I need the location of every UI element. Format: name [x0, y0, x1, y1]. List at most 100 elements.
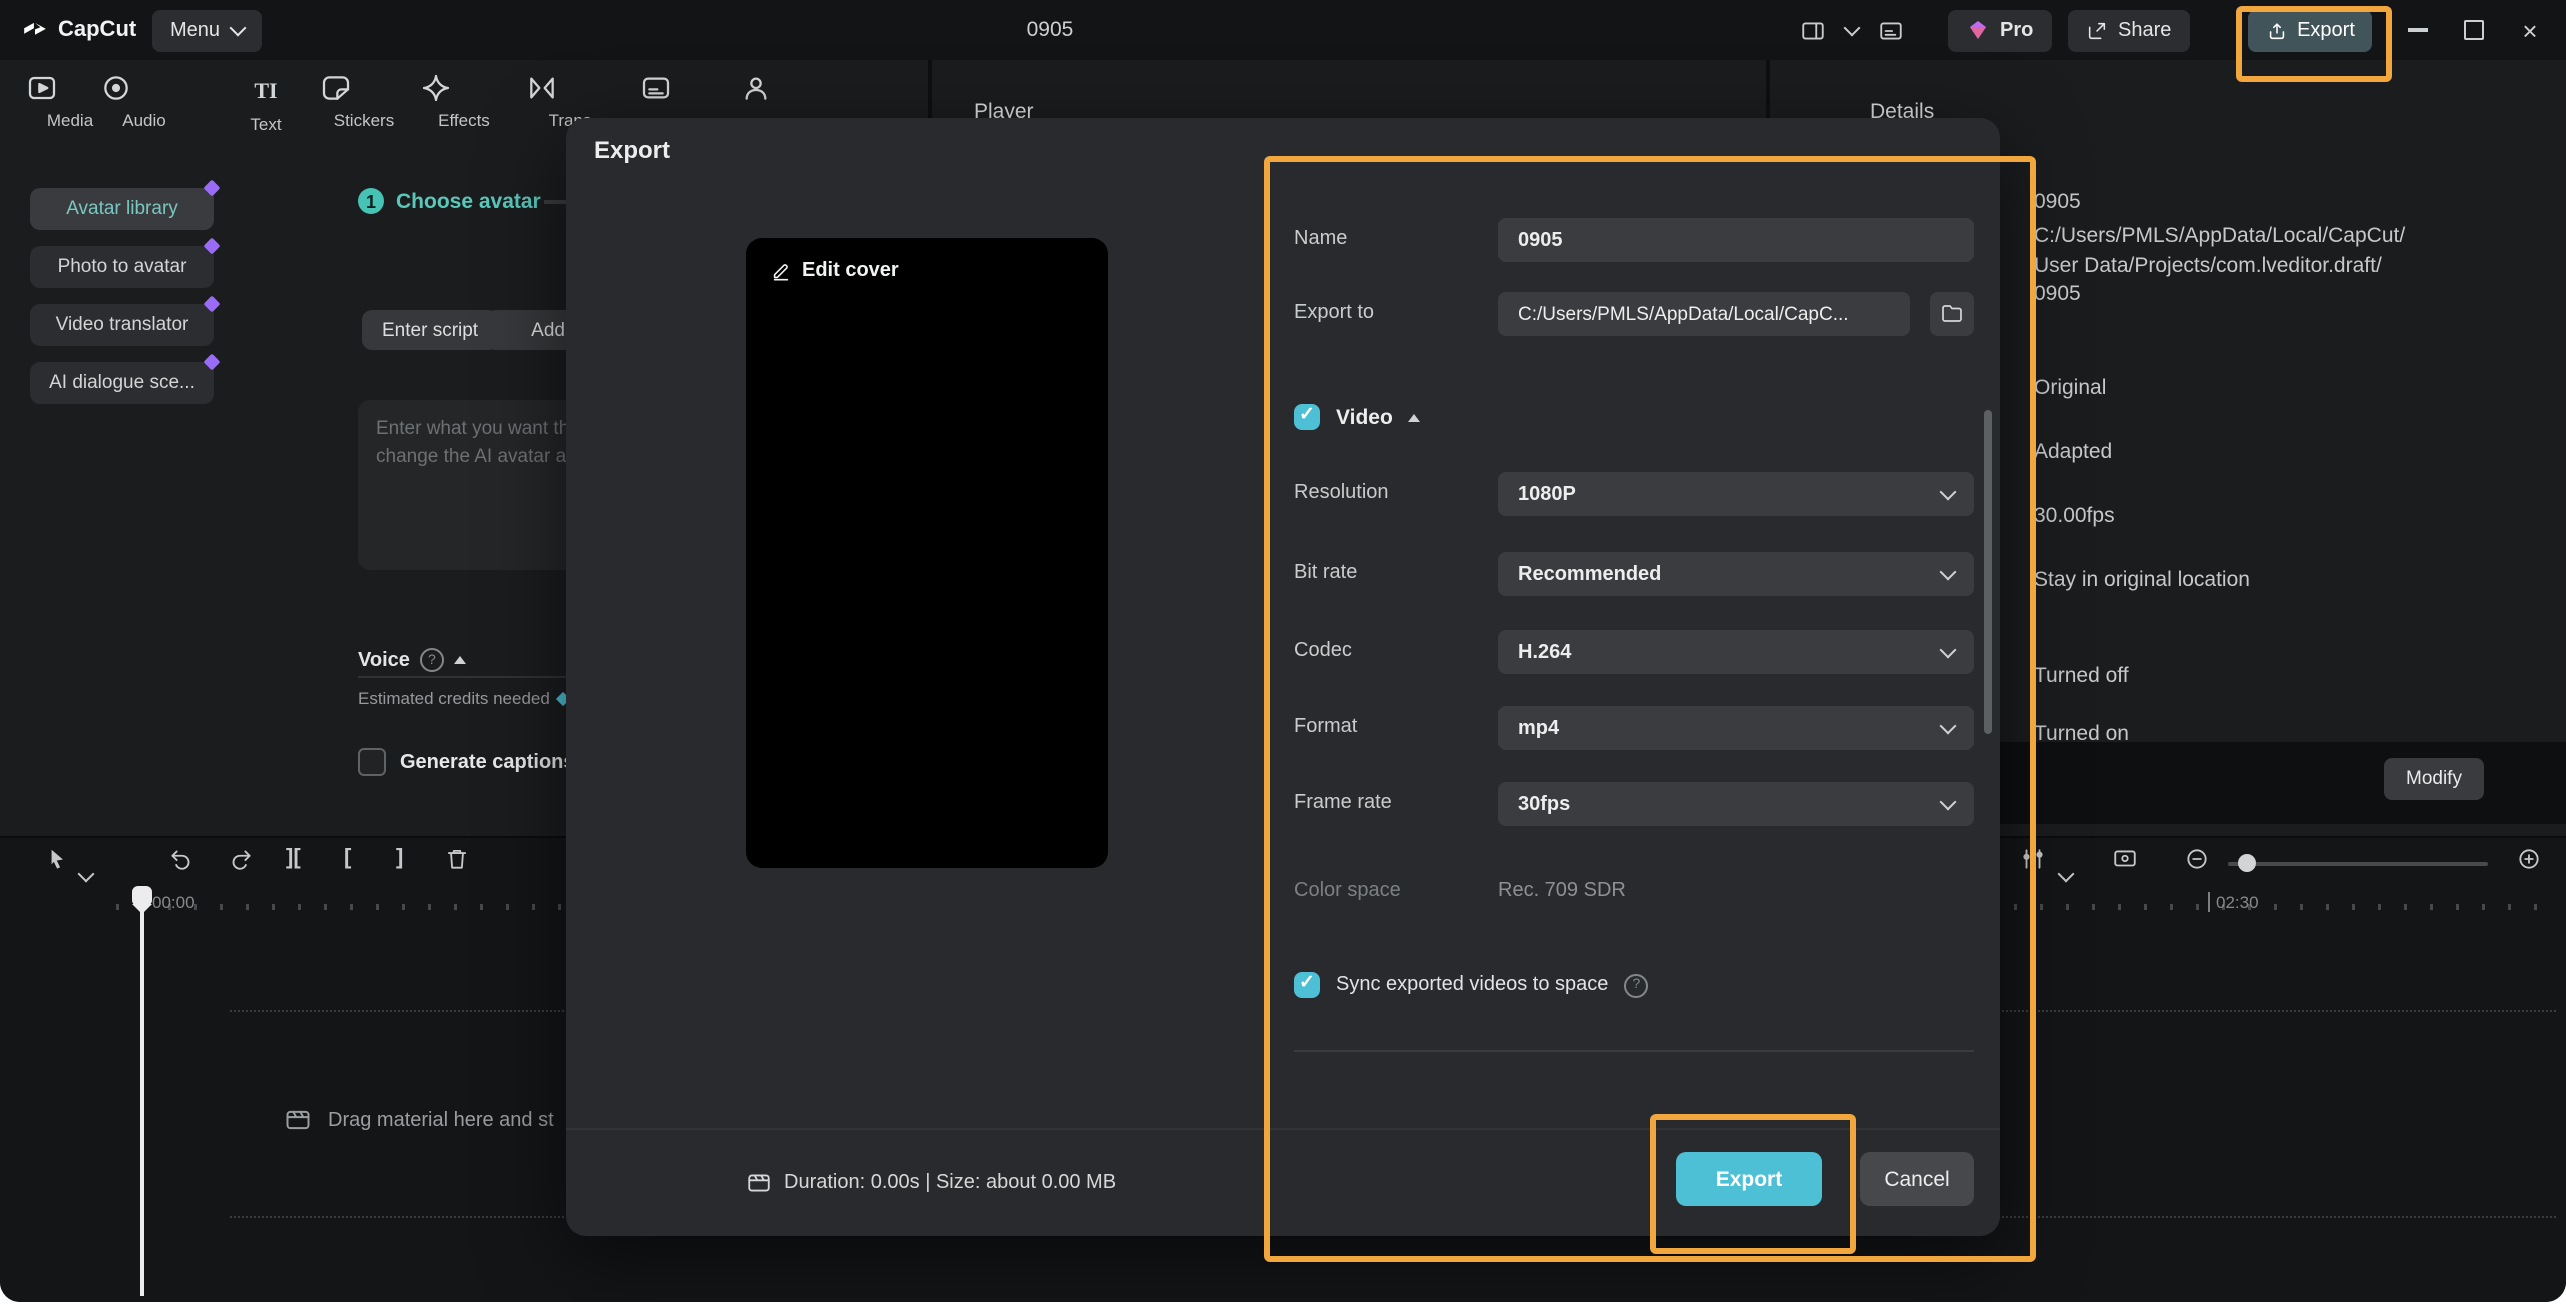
redo-button[interactable] [228, 846, 254, 872]
split-button[interactable]: ][ [286, 846, 301, 870]
collapse-icon [1409, 413, 1421, 421]
details-toggle-off-value: Turned off [2034, 664, 2129, 688]
tab-captions[interactable] [640, 72, 728, 110]
format-dropdown[interactable]: mp4 [1498, 706, 1974, 750]
info-icon: ? [420, 648, 444, 672]
colorspace-label: Color space [1294, 880, 1401, 902]
sync-checkbox[interactable] [1294, 972, 1320, 998]
video-checkbox[interactable] [1294, 404, 1320, 430]
avatars-icon [740, 72, 772, 104]
bracket-right-icon: ] [396, 846, 403, 870]
tab-stickers[interactable]: Stickers [320, 72, 408, 130]
details-path-value: C:/Users/PMLS/AppData/Local/CapCut/ User… [2034, 222, 2405, 309]
generate-captions-checkbox[interactable] [358, 748, 386, 776]
maximize-button[interactable] [2456, 0, 2492, 60]
chevron-down-icon [78, 866, 95, 883]
zoom-out-icon [2184, 846, 2210, 872]
tab-effects[interactable]: Effects [420, 72, 508, 130]
sidebar-item-photo-to-avatar[interactable]: Photo to avatar [30, 246, 214, 288]
sidebar-item-avatar-library[interactable]: Avatar library [30, 188, 214, 230]
menu-button[interactable]: Menu [152, 9, 262, 51]
tab-audio[interactable]: Audio [100, 72, 188, 130]
help-icon: ? [1624, 973, 1648, 997]
codec-label: Codec [1294, 640, 1352, 662]
sync-to-space-row[interactable]: Sync exported videos to space ? [1294, 972, 1648, 998]
modify-button[interactable]: Modify [2384, 758, 2484, 800]
resolution-label: Resolution [1294, 482, 1389, 504]
playhead-handle[interactable] [131, 886, 151, 906]
enter-script-button[interactable]: Enter script [362, 310, 498, 350]
export-path-field[interactable]: C:/Users/PMLS/AppData/Local/CapC... [1498, 292, 1910, 336]
text-icon: TI [254, 76, 277, 108]
minimize-icon [2408, 29, 2428, 32]
tab-avatars[interactable] [740, 72, 828, 110]
share-button[interactable]: Share [2068, 9, 2189, 51]
trim-right-button[interactable]: ] [396, 846, 403, 870]
bitrate-dropdown[interactable]: Recommended [1498, 552, 1974, 596]
resolution-dropdown[interactable]: 1080P [1498, 472, 1974, 516]
framerate-dropdown[interactable]: 30fps [1498, 782, 1974, 826]
video-preview: Edit cover [746, 238, 1108, 868]
details-framerate-value: 30.00fps [2034, 504, 2115, 528]
edit-cover-button[interactable]: Edit cover [770, 260, 899, 282]
zoom-in-icon [2516, 846, 2542, 872]
upload-icon [2265, 19, 2287, 41]
stickers-icon [320, 72, 352, 104]
zoom-in-button[interactable] [2516, 846, 2542, 872]
chevron-down-icon [1940, 717, 1957, 734]
details-ratio-value: Adapted [2034, 440, 2112, 464]
dialog-scrollbar[interactable] [1984, 410, 1992, 734]
divider [1294, 1050, 1974, 1052]
app-root: Player Details Media Audio TI Text Stick… [0, 0, 2566, 1302]
close-button[interactable]: × [2512, 0, 2548, 60]
pro-button[interactable]: Pro [1948, 9, 2051, 51]
select-tool-dropdown[interactable] [80, 854, 92, 890]
export-button[interactable]: Export [2248, 9, 2372, 51]
chevron-down-icon[interactable] [1844, 19, 1861, 36]
track-options-button[interactable] [2020, 846, 2046, 872]
video-section-toggle[interactable]: Video [1294, 404, 1421, 430]
drag-material-target[interactable]: Drag material here and st [284, 1106, 554, 1134]
select-tool-button[interactable] [44, 846, 70, 872]
timeline-end-marker: 02:30 [2208, 892, 2259, 912]
tab-text[interactable]: TI Text [222, 72, 310, 134]
delete-button[interactable] [444, 846, 470, 872]
bitrate-label: Bit rate [1294, 562, 1357, 584]
export-name-input[interactable] [1498, 218, 1974, 262]
playhead[interactable] [140, 888, 143, 1296]
dialog-export-button[interactable]: Export [1676, 1152, 1822, 1206]
sidebar-item-video-translator[interactable]: Video translator [30, 304, 214, 346]
panel-layout-icon[interactable] [1876, 17, 1906, 43]
export-dialog-title: Export [594, 136, 670, 164]
chevron-down-icon [1940, 793, 1957, 810]
format-label: Format [1294, 716, 1357, 738]
codec-dropdown[interactable]: H.264 [1498, 630, 1974, 674]
share-icon [2086, 19, 2108, 41]
credits-estimate: Estimated credits needed 1 [358, 688, 585, 708]
player-layout-icon[interactable] [1798, 17, 1828, 43]
undo-button[interactable] [168, 846, 194, 872]
redo-icon [228, 846, 254, 872]
capcut-logo-icon [22, 17, 48, 43]
split-icon: ][ [286, 846, 301, 870]
name-label: Name [1294, 228, 1347, 250]
trim-left-button[interactable]: [ [344, 846, 351, 870]
chevron-down-icon [1940, 563, 1957, 580]
app-logo: CapCut [22, 0, 136, 60]
sidebar-item-ai-dialogue[interactable]: AI dialogue sce... [30, 362, 214, 404]
step-title: Choose avatar [396, 190, 541, 214]
zoom-out-button[interactable] [2184, 846, 2210, 872]
chevron-down-icon [1940, 483, 1957, 500]
export-to-label: Export to [1294, 302, 1374, 324]
mixer-icon [2020, 846, 2046, 872]
playhead-handle-tip [131, 904, 151, 914]
zoom-slider-knob[interactable] [2238, 854, 2256, 872]
voice-section-header[interactable]: Voice ? [358, 648, 466, 672]
track-options-dropdown[interactable] [2060, 854, 2072, 890]
browse-folder-button[interactable] [1930, 292, 1974, 336]
zoom-slider[interactable] [2228, 862, 2488, 866]
dialog-cancel-button[interactable]: Cancel [1860, 1152, 1974, 1206]
preview-axis-button[interactable] [2112, 846, 2138, 872]
minimize-button[interactable] [2400, 0, 2436, 60]
generate-captions-row[interactable]: Generate captions [358, 748, 575, 776]
